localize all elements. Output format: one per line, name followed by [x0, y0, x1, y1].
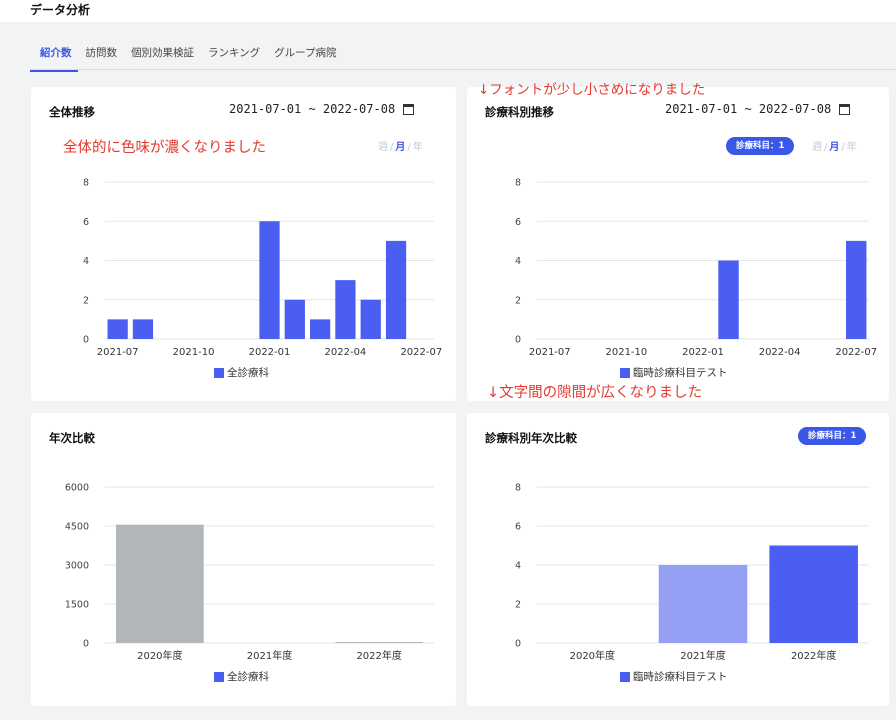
x-tick-label: 2022年度	[356, 649, 401, 662]
tab-individual-effect[interactable]: 個別効果検証	[125, 45, 200, 72]
annotation-font-smaller: ↓フォントが少し小さめになりました	[478, 82, 706, 98]
x-tick-label: 2021-07	[529, 347, 571, 358]
y-tick-label: 0	[515, 639, 521, 650]
bar	[769, 545, 858, 643]
legend-label: 全診療科	[227, 367, 269, 379]
x-tick-label: 2021年度	[247, 649, 292, 662]
y-tick-label: 6	[515, 522, 521, 533]
y-tick-label: 2	[515, 600, 521, 611]
annotation-color-darker: 全体的に色味が濃くなりました	[63, 140, 266, 156]
overall-trend-card: 全体推移 2021-07-01 ~ 2022-07-08 週 / 月 / 年 02468…	[31, 87, 456, 401]
x-tick-label: 2020年度	[137, 649, 182, 662]
bar	[846, 240, 867, 339]
y-tick-label: 0	[83, 335, 89, 346]
dept-annual-compare-card: 診療科別年次比較 診療科目：1 0 2 4 6 8 2020年度 2021年度 2022年度 …	[467, 413, 889, 706]
legend-label: 全診療科	[227, 671, 269, 683]
top-bar: データ分析	[0, 0, 896, 22]
dept-trend-card: 診療科別推移 2021-07-01 ~ 2022-07-08 診療科目：1 週 /…	[467, 87, 889, 401]
y-tick-label: 4	[515, 561, 521, 572]
page-title: データ分析	[30, 3, 91, 17]
y-tick-label: 6	[515, 217, 521, 228]
y-tick-label: 8	[83, 178, 89, 189]
x-tick-label: 2021-10	[605, 347, 647, 358]
y-tick-label: 6	[83, 217, 89, 228]
x-tick-label: 2022-04	[325, 347, 367, 358]
x-tick-label: 2022年度	[791, 649, 836, 662]
dept-trend-chart: 0 2 4 6 8 2021-07 2021-10 2022-01 2022-04 2022-07	[515, 178, 877, 359]
tab-visits[interactable]: 訪問数	[80, 45, 124, 72]
y-tick-label: 4	[83, 256, 89, 267]
y-tick-label: 8	[515, 178, 521, 189]
tabs-divider	[30, 69, 896, 70]
overall-trend-chart: 0 2 4 6 8 2021-07 2021-10 2022-01 2022-04 2022-07	[83, 178, 442, 359]
y-tick-label: 4500	[65, 522, 89, 533]
bar	[718, 260, 739, 339]
x-tick-label: 2021-10	[173, 347, 215, 358]
bar	[335, 280, 356, 339]
x-tick-label: 2022-04	[759, 347, 801, 358]
y-tick-label: 4	[515, 256, 521, 267]
y-tick-label: 0	[83, 639, 89, 650]
legend[interactable]: 全診療科	[214, 365, 269, 380]
tab-referrals[interactable]: 紹介数	[30, 45, 78, 72]
y-tick-label: 1500	[65, 600, 89, 611]
tab-group-hospitals[interactable]: グループ病院	[268, 45, 342, 72]
y-tick-label: 8	[515, 483, 521, 494]
x-tick-label: 2021-07	[97, 347, 139, 358]
bar	[309, 319, 331, 339]
legend[interactable]: 臨時診療科目テスト	[620, 669, 728, 684]
bar	[335, 642, 424, 643]
legend-swatch	[214, 367, 224, 378]
x-tick-label: 2021年度	[680, 649, 725, 662]
legend[interactable]: 全診療科	[214, 669, 269, 684]
x-tick-label: 2022-07	[835, 347, 877, 358]
y-tick-label: 0	[515, 335, 521, 346]
bar	[259, 221, 280, 339]
bar	[132, 319, 154, 339]
bar	[115, 524, 204, 643]
bar	[284, 299, 305, 339]
legend[interactable]: 臨時診療科目テスト	[620, 365, 728, 380]
y-tick-label: 3000	[65, 561, 89, 572]
x-tick-label: 2022-01	[682, 347, 724, 358]
tab-ranking[interactable]: ランキング	[202, 45, 266, 72]
bar	[107, 319, 128, 339]
annotation-spacing-wider: ↓文字間の隙間が広くなりました	[487, 385, 703, 401]
dept-annual-compare-chart: 0 2 4 6 8 2020年度 2021年度 2022年度	[515, 483, 869, 662]
bar	[385, 240, 407, 339]
legend-swatch	[620, 367, 630, 378]
tab-bar: 紹介数 訪問数 個別効果検証 ランキング グループ病院	[30, 45, 345, 72]
legend-swatch	[214, 671, 224, 682]
x-tick-label: 2022-01	[249, 347, 291, 358]
bar	[658, 565, 748, 643]
x-tick-label: 2020年度	[570, 649, 615, 662]
legend-label: 臨時診療科目テスト	[633, 367, 728, 379]
annual-compare-chart: 0 1500 3000 4500 6000 2020年度 2021年度 2022年度	[65, 483, 434, 662]
x-tick-label: 2022-07	[400, 347, 442, 358]
y-tick-label: 6000	[65, 483, 89, 494]
bar	[360, 299, 381, 339]
annual-compare-card: 年次比較 0 1500 3000 4500 6000 2020年度 2021年度 2022年度…	[31, 413, 456, 706]
y-tick-label: 2	[83, 295, 89, 306]
legend-swatch	[620, 671, 630, 682]
y-tick-label: 2	[515, 295, 521, 306]
legend-label: 臨時診療科目テスト	[633, 671, 728, 683]
